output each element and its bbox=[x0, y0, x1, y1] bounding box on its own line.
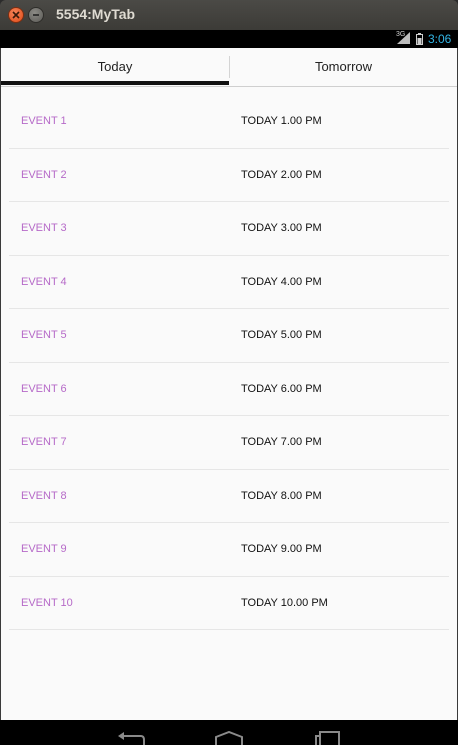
event-name: EVENT 8 bbox=[21, 489, 67, 502]
list-item[interactable]: EVENT 1 TODAY 1.00 PM bbox=[9, 95, 449, 149]
event-name: EVENT 7 bbox=[21, 436, 67, 448]
event-name: EVENT 4 bbox=[21, 275, 67, 288]
minimize-icon bbox=[33, 14, 39, 16]
window-minimize-button[interactable] bbox=[28, 7, 44, 23]
battery-icon bbox=[416, 33, 423, 45]
list-item[interactable]: EVENT 7 TODAY 7.00 PM bbox=[9, 416, 449, 470]
list-item[interactable]: EVENT 4 TODAY 4.00 PM bbox=[9, 256, 449, 309]
back-icon[interactable] bbox=[117, 730, 145, 745]
signal-icon bbox=[397, 32, 410, 44]
app-content: Today Tomorrow EVENT 1 TODAY 1.00 PM EVE… bbox=[0, 48, 458, 720]
event-name: EVENT 1 bbox=[21, 115, 67, 127]
event-name: EVENT 5 bbox=[21, 329, 67, 341]
event-time: TODAY 10.00 PM bbox=[241, 596, 328, 609]
selected-tab-indicator bbox=[1, 81, 229, 85]
tab-tomorrow[interactable]: Tomorrow bbox=[230, 48, 457, 85]
event-time: TODAY 2.00 PM bbox=[241, 168, 322, 181]
event-time: TODAY 3.00 PM bbox=[241, 222, 322, 234]
event-time: TODAY 4.00 PM bbox=[241, 275, 322, 288]
status-time: 3:06 bbox=[428, 32, 452, 46]
event-time: TODAY 7.00 PM bbox=[241, 436, 322, 448]
home-icon[interactable] bbox=[214, 731, 244, 745]
list-item[interactable]: EVENT 10 TODAY 10.00 PM bbox=[9, 577, 449, 630]
event-name: EVENT 6 bbox=[21, 382, 67, 395]
event-time: TODAY 9.00 PM bbox=[241, 543, 322, 555]
event-name: EVENT 10 bbox=[21, 596, 73, 609]
tab-bar: Today Tomorrow bbox=[1, 48, 457, 87]
list-item[interactable]: EVENT 6 TODAY 6.00 PM bbox=[9, 363, 449, 416]
event-time: TODAY 8.00 PM bbox=[241, 489, 322, 502]
event-time: TODAY 1.00 PM bbox=[241, 115, 322, 127]
tab-today[interactable]: Today bbox=[1, 48, 229, 85]
event-name: EVENT 9 bbox=[21, 543, 67, 555]
window-close-button[interactable] bbox=[8, 7, 24, 23]
close-icon bbox=[12, 11, 20, 19]
event-name: EVENT 3 bbox=[21, 222, 67, 234]
list-item[interactable]: EVENT 8 TODAY 8.00 PM bbox=[9, 470, 449, 523]
event-list[interactable]: EVENT 1 TODAY 1.00 PM EVENT 2 TODAY 2.00… bbox=[9, 95, 449, 630]
recent-apps-icon[interactable] bbox=[313, 731, 341, 745]
list-item[interactable]: EVENT 9 TODAY 9.00 PM bbox=[9, 523, 449, 577]
android-nav-bar bbox=[0, 720, 458, 745]
window-title: 5554:MyTab bbox=[56, 6, 136, 22]
list-item[interactable]: EVENT 5 TODAY 5.00 PM bbox=[9, 309, 449, 363]
event-time: TODAY 5.00 PM bbox=[241, 329, 322, 341]
list-item[interactable]: EVENT 3 TODAY 3.00 PM bbox=[9, 202, 449, 256]
event-time: TODAY 6.00 PM bbox=[241, 382, 322, 395]
android-status-bar: 3G 3:06 bbox=[0, 30, 458, 48]
window-titlebar: 5554:MyTab bbox=[0, 0, 458, 30]
list-item[interactable]: EVENT 2 TODAY 2.00 PM bbox=[9, 149, 449, 202]
event-name: EVENT 2 bbox=[21, 168, 67, 181]
